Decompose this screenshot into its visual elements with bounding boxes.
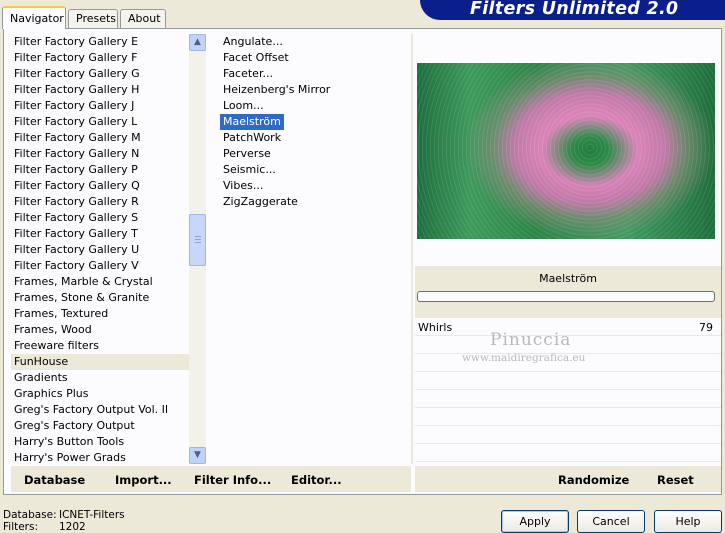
tab-about[interactable]: About	[120, 9, 166, 28]
filter-item[interactable]: Angulate...	[220, 34, 286, 50]
randomize-button[interactable]: Randomize	[558, 473, 629, 487]
help-button[interactable]: Help	[654, 510, 722, 533]
cancel-button[interactable]: Cancel	[577, 510, 645, 533]
category-item[interactable]: Filter Factory Gallery R	[11, 194, 189, 210]
category-item[interactable]: Frames, Textured	[11, 306, 189, 322]
filter-item[interactable]: PatchWork	[220, 130, 284, 146]
param-row	[415, 408, 721, 426]
category-item[interactable]: Filter Factory Gallery E	[11, 34, 189, 50]
category-item[interactable]: Freeware filters	[11, 338, 189, 354]
category-item[interactable]: Harry's Button Tools	[11, 434, 189, 450]
category-item[interactable]: Filter Factory Gallery U	[11, 242, 189, 258]
filter-item[interactable]: Facet Offset	[220, 50, 292, 66]
database-status: Database: ICNET-Filters	[3, 509, 125, 521]
category-item[interactable]: Greg's Factory Output Vol. II	[11, 402, 189, 418]
category-item[interactable]: Frames, Marble & Crystal	[11, 274, 189, 290]
category-item[interactable]: Filter Factory Gallery L	[11, 114, 189, 130]
watermark-url: www.maidiregrafica.eu	[462, 352, 586, 364]
filter-item[interactable]: Maelström	[220, 114, 284, 130]
preview-image	[417, 63, 715, 239]
progress-bar	[417, 291, 715, 302]
category-item[interactable]: Frames, Stone & Granite	[11, 290, 189, 306]
param-row	[415, 444, 721, 462]
scroll-up-button[interactable]: ▲	[189, 34, 206, 51]
param-label: Whirls	[418, 321, 453, 334]
filter-info-button[interactable]: Filter Info...	[194, 473, 271, 487]
filter-list[interactable]: Angulate... Facet Offset Faceter... Heizenb…	[220, 34, 410, 464]
category-item[interactable]: Filter Factory Gallery G	[11, 66, 189, 82]
category-item[interactable]: Filter Factory Gallery F	[11, 50, 189, 66]
param-row	[415, 372, 721, 390]
status-info: Database: ICNET-Filters Filters: 1202	[3, 509, 125, 533]
reset-button[interactable]: Reset	[657, 473, 694, 487]
param-row	[415, 390, 721, 408]
category-item[interactable]: Filter Factory Gallery S	[11, 210, 189, 226]
grip-line	[195, 236, 201, 237]
category-item[interactable]: Harry's Power Grads	[11, 450, 189, 464]
grip-line	[195, 239, 201, 240]
left-toolbar: Database Import... Filter Info... Editor…	[11, 466, 411, 492]
category-item[interactable]: Filter Factory Gallery T	[11, 226, 189, 242]
category-item[interactable]: FunHouse	[11, 354, 189, 370]
category-item[interactable]: Filter Factory Gallery P	[11, 162, 189, 178]
right-toolbar: Randomize Reset	[415, 466, 721, 492]
chevron-up-icon: ▲	[194, 37, 201, 47]
navigator-panel: Filter Factory Gallery E Filter Factory G…	[3, 28, 722, 495]
param-value: 79	[699, 321, 713, 334]
apply-button[interactable]: Apply	[501, 510, 569, 533]
filter-item[interactable]: Perverse	[220, 146, 274, 162]
filters-status-label: Filters:	[3, 521, 39, 533]
category-item[interactable]: Gradients	[11, 370, 189, 386]
filter-name-label: Maelström	[539, 272, 597, 285]
category-item[interactable]: Frames, Wood	[11, 322, 189, 338]
filter-item[interactable]: Seismic...	[220, 162, 279, 178]
category-item[interactable]: Filter Factory Gallery N	[11, 146, 189, 162]
chevron-down-icon: ▼	[194, 450, 201, 460]
filter-item[interactable]: Faceter...	[220, 66, 276, 82]
scroll-down-button[interactable]: ▼	[189, 447, 206, 464]
database-status-label: Database:	[3, 509, 57, 521]
filter-item[interactable]: Loom...	[220, 98, 267, 114]
divider	[411, 34, 413, 464]
category-list[interactable]: Filter Factory Gallery E Filter Factory G…	[11, 34, 189, 464]
filter-item[interactable]: Vibes...	[220, 178, 266, 194]
tab-presets[interactable]: Presets	[68, 9, 118, 28]
filter-item[interactable]: Heizenberg's Mirror	[220, 82, 333, 98]
category-item[interactable]: Filter Factory Gallery Q	[11, 178, 189, 194]
filters-status: Filters: 1202	[3, 521, 125, 533]
filters-status-value: 1202	[59, 521, 86, 533]
import-button[interactable]: Import...	[115, 473, 172, 487]
database-button[interactable]: Database	[24, 473, 85, 487]
editor-button[interactable]: Editor...	[291, 473, 342, 487]
category-item[interactable]: Greg's Factory Output	[11, 418, 189, 434]
category-item[interactable]: Filter Factory Gallery V	[11, 258, 189, 274]
watermark-name: Pinuccia	[490, 330, 572, 350]
tab-navigator[interactable]: Navigator	[2, 6, 66, 29]
category-item[interactable]: Filter Factory Gallery M	[11, 130, 189, 146]
category-scrollbar[interactable]: ▲ ▼	[189, 34, 206, 464]
category-item[interactable]: Filter Factory Gallery H	[11, 82, 189, 98]
app-title: Filters Unlimited 2.0	[470, 0, 679, 19]
category-item[interactable]: Filter Factory Gallery J	[11, 98, 189, 114]
grip-line	[195, 242, 201, 243]
filter-item[interactable]: ZigZaggerate	[220, 194, 301, 210]
category-item[interactable]: Graphics Plus	[11, 386, 189, 402]
database-status-value: ICNET-Filters	[59, 509, 125, 521]
scroll-thumb[interactable]	[189, 214, 206, 266]
param-row	[415, 426, 721, 444]
